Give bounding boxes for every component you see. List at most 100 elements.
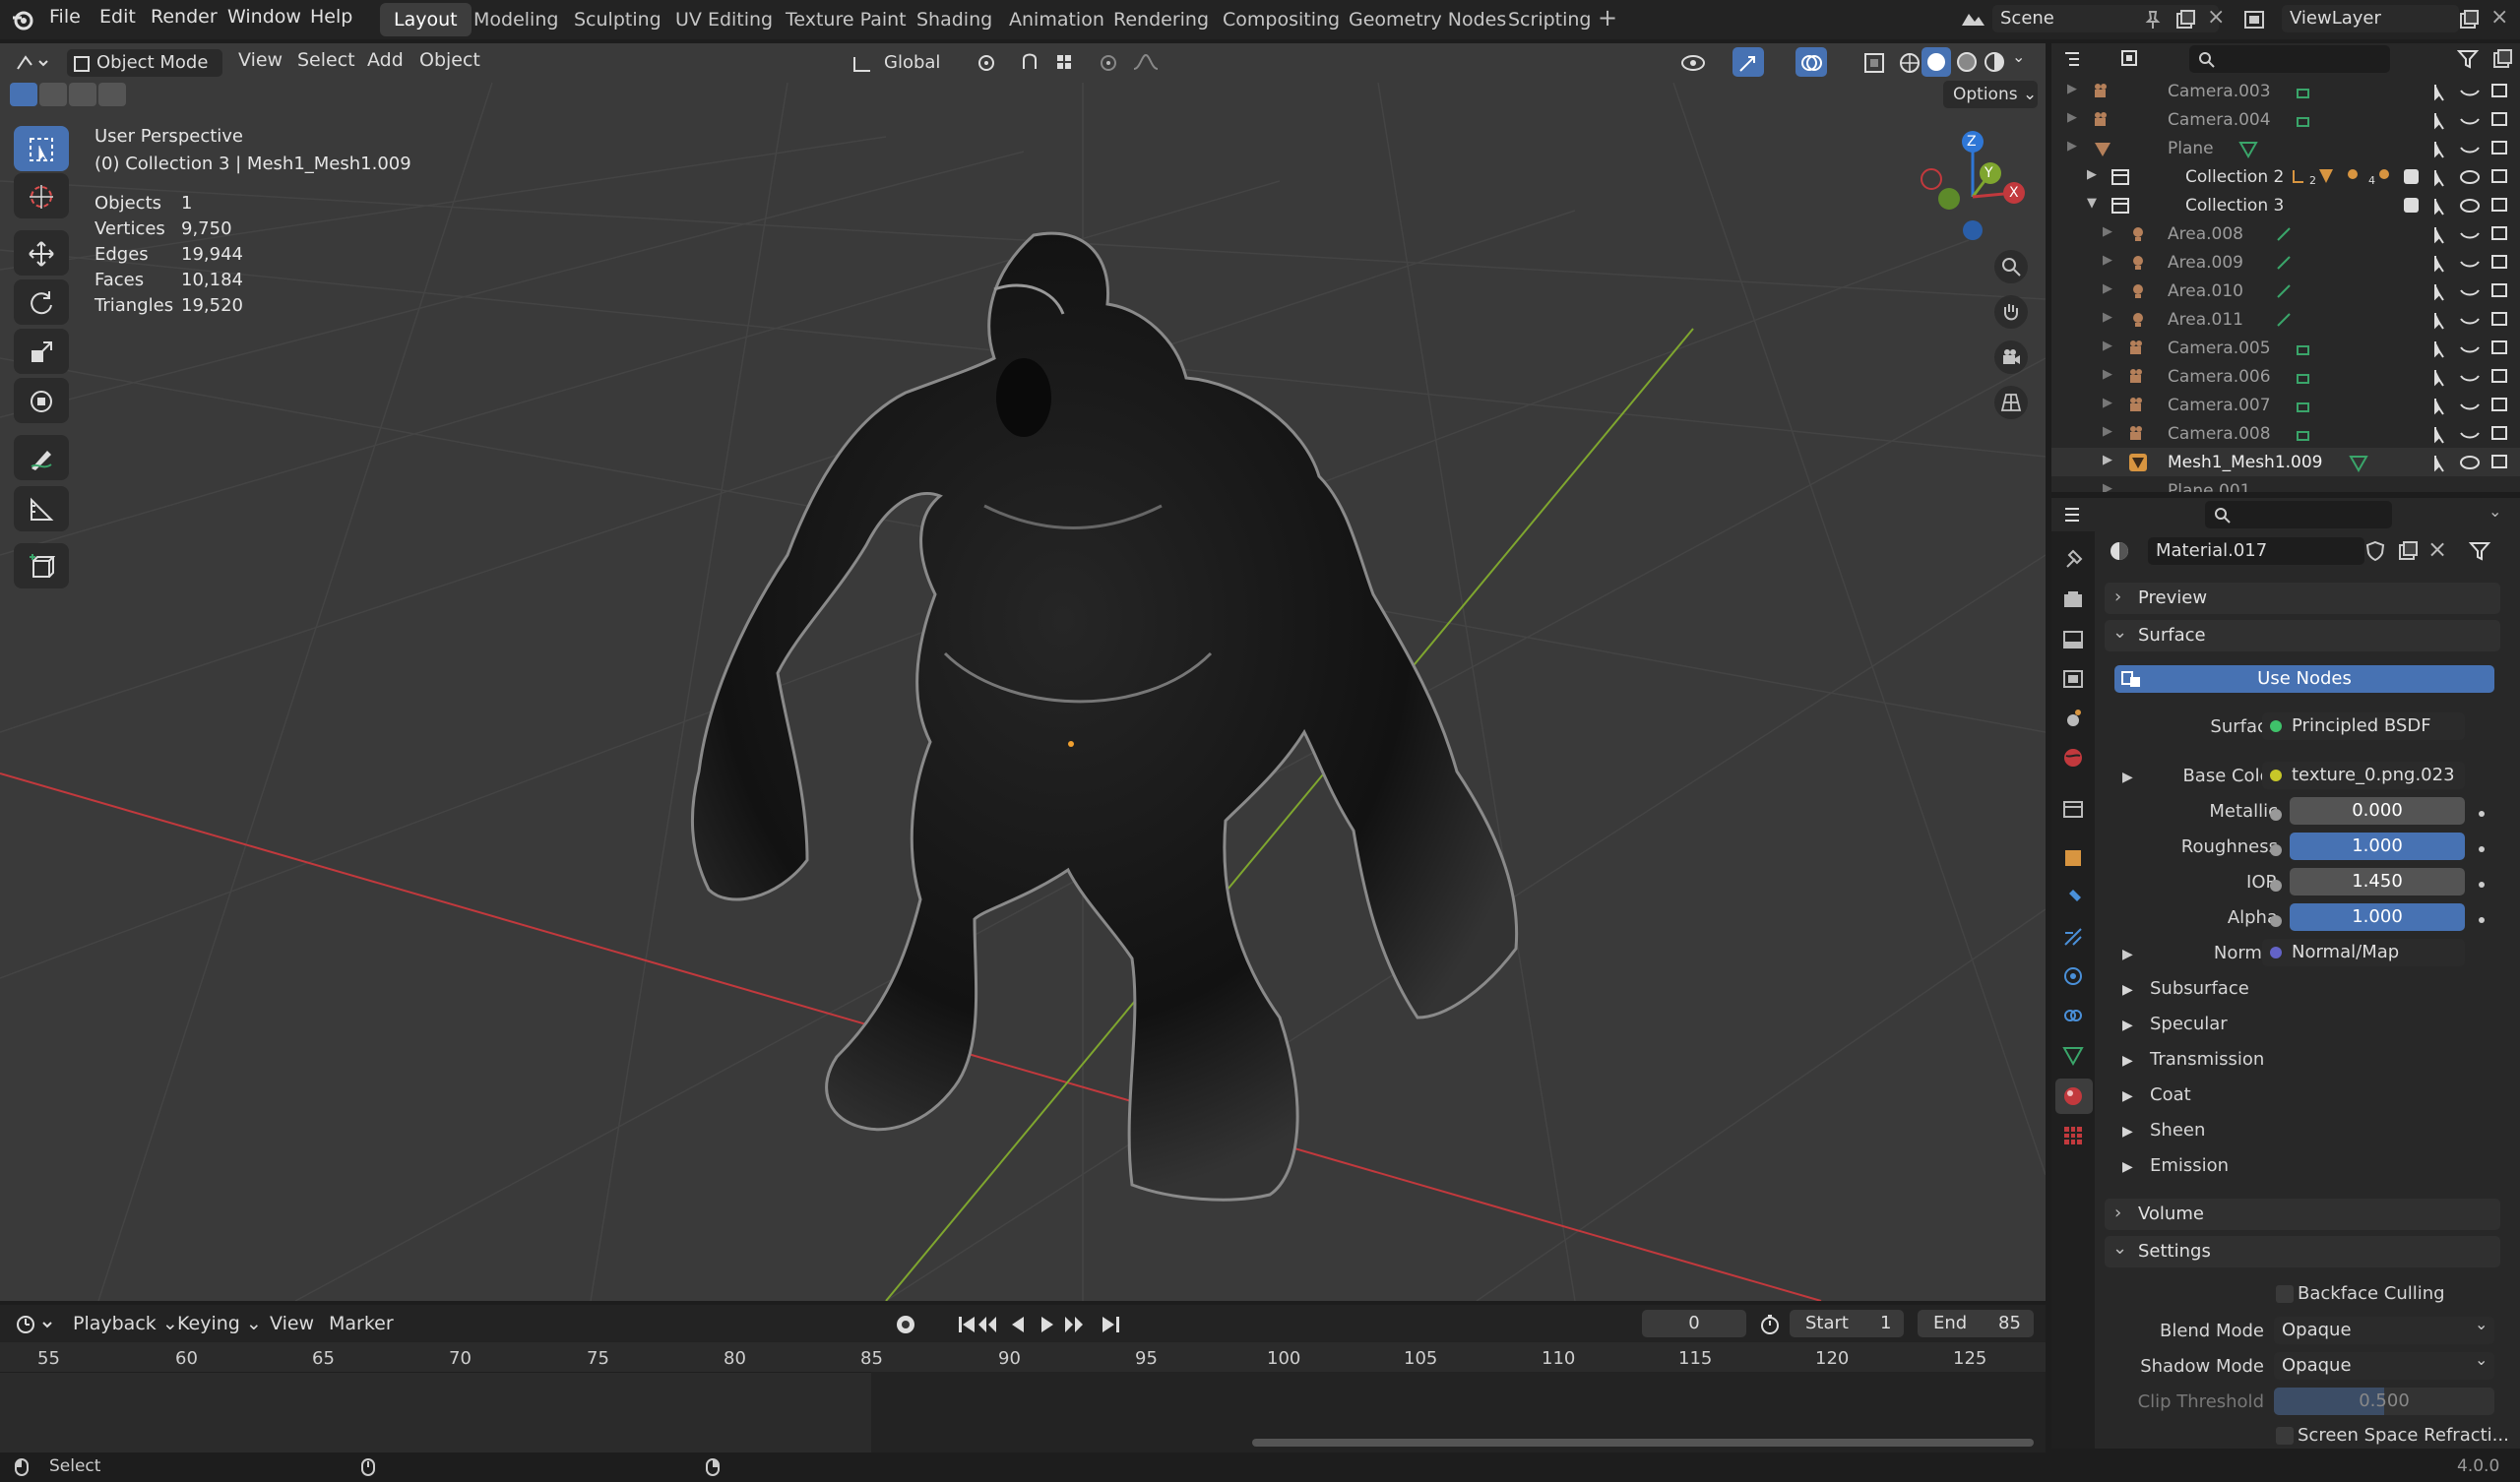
properties-editor-icon[interactable] [2061,503,2097,526]
remove-scene-icon[interactable]: × [2207,5,2225,30]
view-layer-tab-icon[interactable] [2061,667,2085,691]
transform-tool[interactable] [14,378,69,423]
perspective-toggle-button[interactable] [1994,386,2028,419]
xray-icon[interactable] [1862,51,1886,75]
timeline-scrollbar[interactable] [1252,1439,2034,1447]
view-layer-icon[interactable] [2242,8,2270,31]
world-tab-icon[interactable] [2061,746,2085,770]
material-name-field[interactable]: Material.017 [2148,537,2364,565]
filter-icon[interactable] [2457,47,2492,71]
proportional-edit-icon[interactable] [1097,51,1166,75]
expand-icon[interactable]: ▶ [2103,310,2112,325]
expand-icon[interactable]: ▶ [2103,339,2112,353]
display-mode-icon[interactable] [2118,47,2154,71]
expand-icon[interactable]: ▶ [2067,139,2077,154]
tab-uv-editing[interactable]: UV Editing [662,3,787,36]
tool-tab-icon[interactable] [2061,547,2085,571]
timeline-editor-icon[interactable] [14,1313,57,1336]
expand-icon[interactable]: ▶ [2087,167,2097,182]
expand-icon[interactable]: ▶ [2122,1088,2133,1104]
select-new-button[interactable] [10,83,37,106]
pan-button[interactable] [1994,295,2028,329]
surface-shader-field[interactable]: Principled BSDF [2262,712,2465,740]
shadow-mode-dropdown[interactable]: Opaque [2274,1352,2494,1380]
wireframe-shading-icon[interactable] [1898,51,1922,75]
blend-mode-dropdown[interactable]: Opaque [2274,1317,2494,1344]
expand-icon[interactable]: ▶ [2067,82,2077,96]
stopwatch-icon[interactable] [1758,1313,1782,1336]
remove-view-layer-icon[interactable]: × [2490,5,2508,30]
visibility-icon[interactable] [1679,51,1719,75]
expand-icon[interactable]: ▶ [2122,947,2133,962]
tab-scripting[interactable]: Scripting [1494,3,1606,36]
select-extend-button[interactable] [39,83,67,106]
tab-compositing[interactable]: Compositing [1209,3,1354,36]
collection-tab-icon[interactable] [2061,797,2085,821]
restriction-toggles[interactable] [2426,77,2520,492]
outliner-editor-icon[interactable] [2061,47,2097,71]
expand-icon[interactable]: ▶ [2067,110,2077,125]
subpanel-specular[interactable]: Specular [2150,1014,2228,1034]
annotate-tool[interactable] [14,435,69,480]
data-tab-icon[interactable] [2061,1043,2085,1067]
tab-sculpting[interactable]: Sculpting [560,3,675,36]
menu-select[interactable]: Select [297,49,355,71]
keyframe-dot-icon[interactable] [2479,846,2485,852]
expand-icon[interactable]: ▶ [2122,1159,2133,1175]
duplicate-material-icon[interactable] [2396,539,2420,563]
screen-space-refraction-checkbox[interactable] [2276,1427,2294,1445]
expand-icon[interactable]: ▶ [2122,1018,2133,1033]
normal-field[interactable]: Normal/Map [2262,939,2465,966]
options-dropdown[interactable]: Options ⌄ [1943,81,2038,108]
constraints-tab-icon[interactable] [2061,1004,2085,1027]
scale-tool[interactable] [14,329,69,374]
material-browse-icon[interactable] [2109,539,2142,563]
tab-layout[interactable]: Layout [380,3,472,36]
keyframe-dot-icon[interactable] [2479,917,2485,923]
expand-icon[interactable]: ▶ [2122,1053,2133,1069]
menu-add[interactable]: Add [367,49,404,71]
menu-render[interactable]: Render [151,6,218,28]
end-frame-field[interactable]: End 85 [1918,1310,2034,1337]
record-icon[interactable] [894,1313,933,1336]
blender-logo-icon[interactable] [12,9,33,31]
timeline-area[interactable] [0,1342,2046,1452]
modifier-tab-icon[interactable] [2061,886,2085,909]
clip-threshold-slider[interactable]: 0.500 [2274,1388,2494,1415]
material-filter-icon[interactable] [2469,539,2508,563]
timeline-view-menu[interactable]: View [270,1313,314,1334]
expand-icon[interactable]: ▶ [2103,396,2112,410]
expand-icon[interactable]: ▶ [2103,453,2112,467]
playback-controls[interactable] [955,1313,1128,1336]
keyframe-dot-icon[interactable] [2479,811,2485,817]
expand-icon[interactable]: ▶ [2103,367,2112,382]
editor-type-icon[interactable] [14,51,49,75]
new-collection-icon[interactable] [2490,47,2514,71]
outliner-search-input[interactable] [2189,45,2390,73]
subpanel-sheen[interactable]: Sheen [2150,1120,2205,1141]
expand-icon[interactable]: ▶ [2122,982,2133,998]
backface-culling-checkbox[interactable] [2276,1285,2294,1303]
render-tab-icon[interactable] [2061,588,2085,612]
new-scene-icon[interactable] [2174,8,2197,31]
properties-search-input[interactable] [2205,501,2392,528]
rotate-tool[interactable] [14,279,69,325]
shading-options-chevron-icon[interactable]: ⌄ [2012,47,2025,66]
expand-icon[interactable]: ▶ [2103,424,2112,439]
base-color-field[interactable]: texture_0.png.023 [2262,762,2465,789]
collection-include-checkbox[interactable] [2404,169,2419,184]
start-frame-field[interactable]: Start 1 [1790,1310,1904,1337]
cursor-tool[interactable] [14,173,69,218]
rendered-shading-icon[interactable] [1983,50,2006,74]
menu-window[interactable]: Window [227,6,301,28]
add-cube-tool[interactable] [14,543,69,588]
subpanel-coat[interactable]: Coat [2150,1084,2191,1105]
settings-panel-header[interactable]: Settings [2105,1236,2500,1267]
preview-panel-header[interactable]: Preview [2105,583,2500,614]
tab-geometry-nodes[interactable]: Geometry Nodes [1335,3,1520,36]
expand-icon[interactable]: ▶ [2103,224,2112,239]
add-workspace-icon[interactable]: + [1598,4,1617,31]
menu-view[interactable]: View [238,49,283,71]
menu-object[interactable]: Object [419,49,480,71]
scene-tab-icon[interactable] [2061,707,2085,730]
